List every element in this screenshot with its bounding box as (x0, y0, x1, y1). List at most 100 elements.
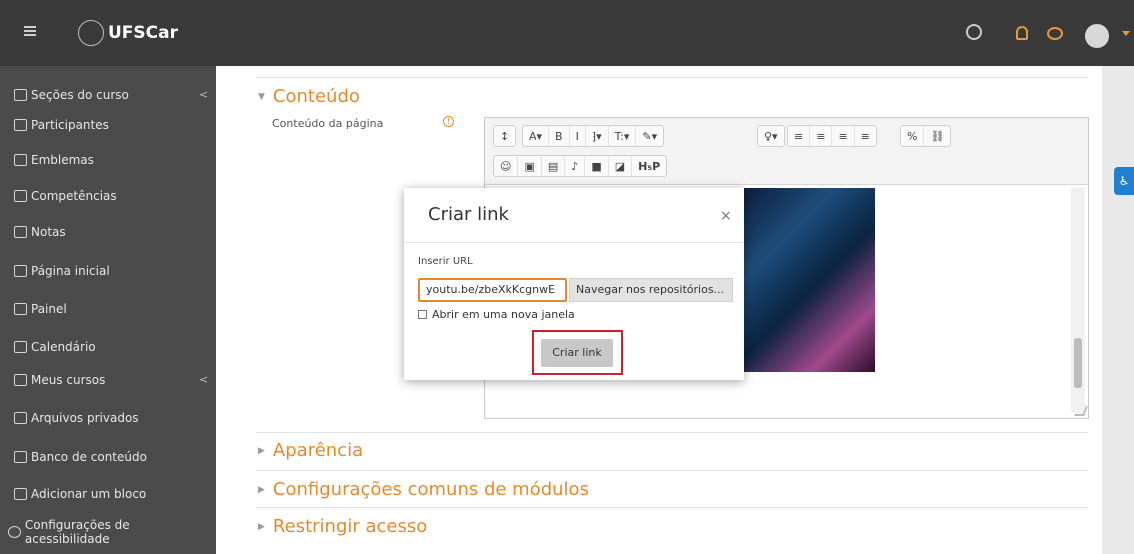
dialog-title: Criar link (428, 204, 509, 225)
notifications-bell-icon[interactable] (1016, 26, 1028, 40)
section-aparencia[interactable]: ▶ Aparência (258, 440, 363, 461)
sidebar-item-label: Página inicial (31, 264, 110, 278)
font-size-button[interactable]: T:▾ (609, 126, 637, 146)
course-sidebar: Seções do curso < Participantes Emblemas… (0, 66, 216, 554)
toolbar-media-group: ☺ ▣ ▤ ♪ ■ ◪ H₅P (493, 155, 668, 177)
bullet-list-button[interactable]: ≡ (788, 126, 811, 146)
chevron-right-icon: ▶ (258, 445, 265, 456)
sidebar-item-meus-cursos[interactable]: Meus cursos (14, 369, 105, 391)
divider (256, 507, 1088, 508)
toolbar-list-group: ≡ ≡ ≡ ≡ (787, 125, 877, 147)
media-button[interactable]: ▤ (542, 156, 566, 176)
chevron-right-icon: ▶ (258, 521, 265, 532)
sidebar-item-painel[interactable]: Painel (14, 298, 67, 320)
chevron-down-icon: ▼ (258, 91, 265, 102)
sidebar-item-calendario[interactable]: Calendário (14, 336, 96, 358)
create-link-button[interactable]: Criar link (541, 339, 613, 367)
sidebar-item-acessibilidade[interactable]: Configurações de acessibilidade (8, 518, 216, 546)
right-margin (1102, 66, 1134, 554)
numbered-list-button[interactable]: ≡ (810, 126, 833, 146)
graduation-cap-icon (14, 374, 27, 386)
files-icon (14, 412, 27, 424)
collapse-toolbar-button[interactable]: ↕ (494, 126, 515, 146)
sidebar-item-secoes[interactable]: Seções do curso (14, 84, 129, 106)
grades-icon (14, 226, 27, 238)
editor-embedded-image[interactable] (737, 188, 875, 372)
sidebar-item-emblemas[interactable]: Emblemas (14, 149, 94, 171)
record-audio-button[interactable]: ♪ (565, 156, 586, 176)
logo-emblem-icon (78, 20, 104, 46)
chevron-right-icon: ▶ (258, 484, 265, 495)
section-configuracoes[interactable]: ▶ Configurações comuns de módulos (258, 479, 589, 500)
browse-repositories-button[interactable]: Navegar nos repositórios... (569, 278, 733, 302)
menu-icon[interactable] (24, 26, 36, 36)
resize-handle-icon[interactable] (1074, 406, 1088, 416)
sidebar-item-label: Seções do curso (31, 88, 129, 102)
list-icon (14, 89, 27, 101)
sidebar-item-label: Participantes (31, 118, 109, 132)
close-icon[interactable]: × (720, 208, 732, 224)
sidebar-item-label: Configurações de acessibilidade (24, 518, 130, 546)
sidebar-item-label: Adicionar um bloco (31, 487, 147, 501)
section-restringir[interactable]: ▶ Restringir acesso (258, 516, 427, 537)
toolbar-link-group: % ⛓ (900, 125, 952, 147)
italic-button[interactable]: I (570, 126, 586, 146)
sidebar-item-notas[interactable]: Notas (14, 221, 66, 243)
new-window-option[interactable]: Abrir em uma nova janela (418, 308, 575, 321)
dashboard-icon (14, 303, 27, 315)
indent-button[interactable]: ≡ (832, 126, 855, 146)
outdent-button[interactable]: ≡ (855, 126, 876, 146)
chevron-left-icon[interactable]: < (199, 373, 208, 386)
record-video-button[interactable]: ■ (585, 156, 609, 176)
link-button[interactable]: % (901, 126, 925, 146)
sidebar-item-arquivos-privados[interactable]: Arquivos privados (14, 407, 139, 429)
home-icon (14, 265, 27, 277)
section-title: Conteúdo (272, 86, 360, 107)
emoji-button[interactable]: ☺ (494, 156, 519, 176)
sidebar-item-pagina-inicial[interactable]: Página inicial (14, 260, 110, 282)
chevron-left-icon[interactable]: < (199, 88, 208, 101)
h5p-button[interactable]: H₅P (632, 156, 666, 176)
field-label-conteudo: Conteúdo da página (272, 117, 384, 130)
top-navbar: UFSCar (0, 0, 1134, 66)
url-input[interactable]: youtu.be/zbeXkKcgnwE (418, 278, 567, 302)
section-title: Restringir acesso (272, 516, 428, 537)
bold-button[interactable]: B (549, 126, 570, 146)
editor-toolbar: ↕ A▾ B I ⁆▾ T:▾ ✎▾ ♀▾ ≡ ≡ ≡ ≡ % ⛓ ☺ ▣ ▤ … (485, 118, 1088, 185)
star-icon (14, 190, 27, 202)
dialog-divider (404, 242, 744, 243)
section-conteudo[interactable]: ▼ Conteúdo (258, 86, 360, 107)
content-bank-icon (14, 451, 27, 463)
unlink-button[interactable]: ⛓ (924, 126, 950, 146)
toolbar-format-group: A▾ B I ⁆▾ T:▾ ✎▾ (522, 125, 665, 147)
divider (256, 77, 1088, 78)
create-link-dialog: Criar link × Inserir URL youtu.be/zbeXkK… (404, 188, 744, 380)
divider (256, 470, 1088, 471)
font-color-button[interactable]: ✎▾ (636, 126, 663, 146)
new-window-checkbox[interactable] (418, 310, 427, 319)
sidebar-item-label: Notas (31, 225, 66, 239)
sidebar-item-label: Calendário (31, 340, 96, 354)
image-button[interactable]: ▣ (518, 156, 542, 176)
badge-icon (14, 154, 27, 166)
sidebar-item-participantes[interactable]: Participantes (14, 114, 109, 136)
ufscar-logo[interactable]: UFSCar (78, 20, 178, 46)
manage-files-button[interactable]: ◪ (609, 156, 633, 176)
accessibility-widget-icon[interactable]: ♿ (1114, 167, 1134, 195)
sidebar-item-label: Banco de conteúdo (31, 450, 147, 464)
add-block-icon (14, 488, 27, 500)
messages-chat-icon[interactable] (1047, 27, 1063, 40)
user-menu-caret-icon[interactable] (1122, 31, 1130, 36)
font-style-button[interactable]: A▾ (523, 126, 550, 146)
font-family-button[interactable]: ⁆▾ (586, 126, 609, 146)
toolbar-collapse-group: ↕ (493, 125, 517, 147)
sidebar-item-label: Meus cursos (31, 373, 106, 387)
editor-scroll-thumb[interactable] (1074, 338, 1082, 388)
sidebar-item-label: Competências (31, 189, 117, 203)
sidebar-item-adicionar-bloco[interactable]: Adicionar um bloco (14, 483, 146, 505)
sidebar-item-competencias[interactable]: Competências (14, 185, 117, 207)
sidebar-item-banco-de-conteudo[interactable]: Banco de conteúdo (14, 446, 147, 468)
user-avatar[interactable] (1085, 24, 1109, 48)
language-globe-icon[interactable] (966, 24, 982, 40)
insert-button[interactable]: ♀▾ (758, 126, 784, 146)
